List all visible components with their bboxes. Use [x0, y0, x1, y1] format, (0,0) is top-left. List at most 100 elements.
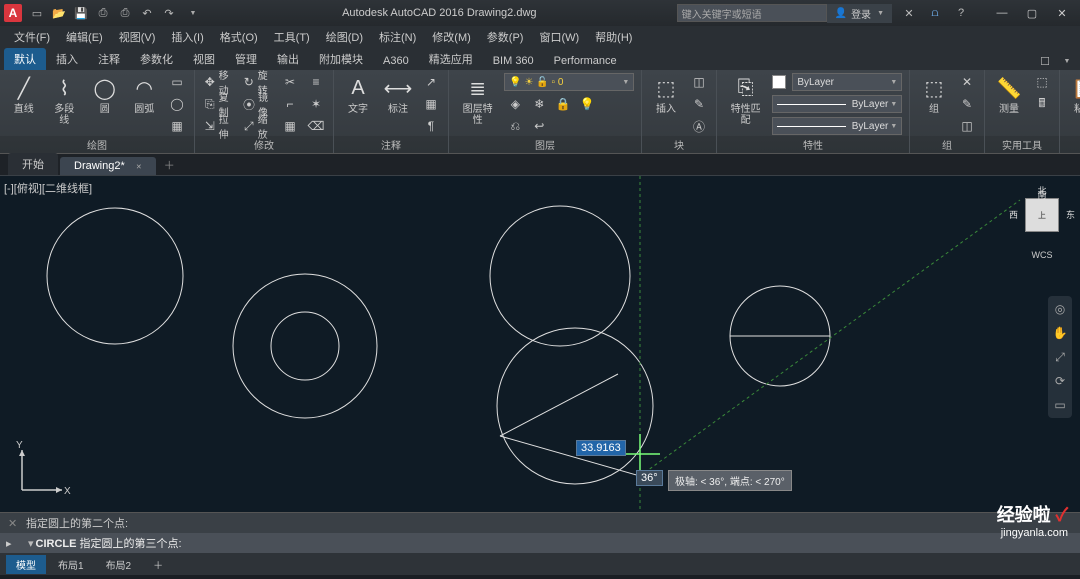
menu-help[interactable]: 帮助(H): [587, 27, 640, 47]
menu-window[interactable]: 窗口(W): [531, 27, 587, 47]
viewcube-top-face[interactable]: 上: [1025, 198, 1059, 232]
layout-tab-2[interactable]: 布局2: [96, 555, 142, 574]
sign-in-button[interactable]: 👤 登录 ▼: [827, 4, 892, 23]
maximize-button[interactable]: ▢: [1018, 4, 1046, 22]
arc-button[interactable]: ◠圆弧: [127, 72, 163, 117]
ellipse-button[interactable]: ◯: [166, 94, 188, 114]
layer-combo[interactable]: 💡 ☀ 🔓 ▫ 0▼: [504, 73, 634, 91]
layout-tab-1[interactable]: 布局1: [48, 555, 94, 574]
menu-draw[interactable]: 绘图(D): [318, 27, 371, 47]
offset-button[interactable]: ≡: [305, 72, 327, 92]
saveas-icon[interactable]: ⎙: [94, 4, 112, 22]
menu-dimension[interactable]: 标注(N): [371, 27, 424, 47]
measure-button[interactable]: 📏测量: [991, 72, 1027, 117]
command-line[interactable]: ▸ ▾ CIRCLE 指定圆上的第三个点:: [0, 533, 1080, 553]
attr-block-button[interactable]: Ⓐ: [688, 116, 710, 136]
ribbon-collapse-icon[interactable]: ▼: [1058, 52, 1076, 70]
fillet-button[interactable]: ⌐: [279, 94, 301, 114]
lineweight-combo[interactable]: ByLayer▼: [772, 95, 902, 113]
tab-drawing2[interactable]: Drawing2* ✕: [60, 157, 156, 175]
view-cube[interactable]: 北 西 上 东 南 WCS: [1014, 186, 1070, 256]
trim-button[interactable]: ✂: [279, 72, 301, 92]
ribbon-tab-addins[interactable]: 附加模块: [309, 48, 373, 70]
pan-icon[interactable]: ✋: [1051, 324, 1069, 342]
select-all-button[interactable]: ⬚: [1031, 72, 1053, 92]
circle-button[interactable]: ◯圆: [87, 72, 123, 117]
create-block-button[interactable]: ◫: [688, 72, 710, 92]
open-icon[interactable]: 📂: [50, 4, 68, 22]
layout-tab-model[interactable]: 模型: [6, 555, 46, 574]
explode-button[interactable]: ✶: [305, 94, 327, 114]
ribbon-tab-featured[interactable]: 精选应用: [419, 48, 483, 70]
menu-view[interactable]: 视图(V): [111, 27, 164, 47]
cmd-close-icon[interactable]: ✕: [8, 517, 22, 530]
layer-off-button[interactable]: 💡: [576, 94, 598, 114]
exchange-icon[interactable]: ✕: [900, 4, 918, 22]
steering-wheel-icon[interactable]: ◎: [1051, 300, 1069, 318]
stretch-button[interactable]: ⇲拉伸: [201, 116, 236, 136]
group-sel-button[interactable]: ◫: [956, 116, 978, 136]
autodesk-icon[interactable]: ⩍: [926, 4, 944, 22]
undo-icon[interactable]: ↶: [138, 4, 156, 22]
qat-dropdown-icon[interactable]: ▼: [184, 4, 202, 22]
layer-props-button[interactable]: ≣图层特性: [455, 72, 500, 128]
polyline-button[interactable]: ⌇多段线: [46, 72, 83, 128]
menu-insert[interactable]: 插入(I): [163, 27, 211, 47]
line-button[interactable]: ╱直线: [6, 72, 42, 117]
dimension-button[interactable]: ⟷标注: [380, 72, 416, 117]
ribbon-tab-output[interactable]: 输出: [267, 48, 309, 70]
table-button[interactable]: ▦: [420, 94, 442, 114]
close-button[interactable]: ✕: [1048, 4, 1076, 22]
insert-block-button[interactable]: ⬚插入: [648, 72, 684, 117]
ribbon-tab-performance[interactable]: Performance: [544, 52, 627, 70]
group-edit-button[interactable]: ✎: [956, 94, 978, 114]
leader-button[interactable]: ↗: [420, 72, 442, 92]
menu-file[interactable]: 文件(F): [6, 27, 58, 47]
zoom-extents-icon[interactable]: ⤢: [1051, 348, 1069, 366]
new-icon[interactable]: ▭: [28, 4, 46, 22]
paste-button[interactable]: 📋粘贴: [1066, 72, 1080, 117]
rect-button[interactable]: ▭: [166, 72, 188, 92]
scale-button[interactable]: ⤢缩放: [240, 116, 275, 136]
app-icon[interactable]: A: [4, 4, 22, 22]
ribbon-tab-bim360[interactable]: BIM 360: [483, 52, 544, 70]
orbit-icon[interactable]: ⟳: [1051, 372, 1069, 390]
color-swatch[interactable]: [772, 75, 786, 89]
tab-start[interactable]: 开始: [8, 153, 58, 175]
layer-freeze-button[interactable]: ❄: [528, 94, 550, 114]
dynamic-input-angle[interactable]: 36°: [636, 470, 663, 486]
ribbon-tab-a360[interactable]: A360: [373, 52, 419, 70]
wcs-label[interactable]: WCS: [1032, 250, 1053, 260]
ribbon-tab-insert[interactable]: 插入: [46, 48, 88, 70]
text-button[interactable]: A文字: [340, 72, 376, 117]
ribbon-help-icon[interactable]: ☐: [1036, 52, 1054, 70]
layer-prev-button[interactable]: ↩: [528, 116, 550, 136]
menu-modify[interactable]: 修改(M): [424, 27, 479, 47]
tab-close-icon[interactable]: ✕: [136, 164, 142, 171]
help-icon[interactable]: ?: [952, 4, 970, 22]
color-combo[interactable]: ByLayer▼: [792, 73, 902, 91]
new-tab-button[interactable]: ＋: [158, 155, 181, 175]
ucs-icon[interactable]: X Y: [14, 438, 74, 498]
ribbon-tab-annotate[interactable]: 注释: [88, 48, 130, 70]
menu-parametric[interactable]: 参数(P): [479, 27, 532, 47]
layout-add-button[interactable]: ＋: [143, 555, 173, 574]
linetype-combo[interactable]: ByLayer▼: [772, 117, 902, 135]
showmotion-icon[interactable]: ▭: [1051, 396, 1069, 414]
plot-icon[interactable]: ⎙: [116, 4, 134, 22]
dynamic-input-distance[interactable]: 33.9163: [576, 440, 626, 456]
save-icon[interactable]: 💾: [72, 4, 90, 22]
hatch-button[interactable]: ▦: [166, 116, 188, 136]
quickcalc-button[interactable]: 🖩: [1031, 94, 1053, 114]
layer-match-button[interactable]: ⎌: [504, 116, 526, 136]
menu-tools[interactable]: 工具(T): [266, 27, 318, 47]
ribbon-tab-default[interactable]: 默认: [4, 48, 46, 70]
layer-lock-button[interactable]: 🔒: [552, 94, 574, 114]
minimize-button[interactable]: —: [988, 4, 1016, 22]
match-props-button[interactable]: ⎘特性匹配: [723, 72, 768, 128]
erase-button[interactable]: ⌫: [305, 116, 327, 136]
group-button[interactable]: ⬚组: [916, 72, 952, 117]
edit-block-button[interactable]: ✎: [688, 94, 710, 114]
mtext-button[interactable]: ¶: [420, 116, 442, 136]
redo-icon[interactable]: ↷: [160, 4, 178, 22]
